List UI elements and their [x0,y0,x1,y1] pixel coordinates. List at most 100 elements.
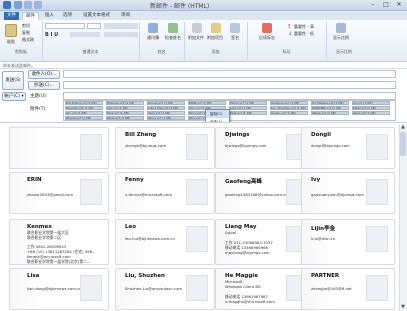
business-card[interactable]: Leo leo-hui@bjhenews.com.cn [115,219,215,265]
tab-insert[interactable]: 插入 [42,12,57,20]
attachment-chip[interactable]: PARTNER.vcf (1 KB) [311,106,349,110]
attachment-chip[interactable]: Gaofeng.vcf (1 KB) [270,101,308,105]
card-line: gaoyuanyuan@bjumgs.com [311,192,364,197]
card-photo [186,134,208,160]
attachment-chip[interactable]: Liu, Shuzhen.vcf (1 KB) [270,106,308,110]
business-card[interactable]: Lijin李金 li-lx@msn.cn [301,219,395,265]
business-card[interactable]: Djwings bjwings@bjumgs.com [215,127,315,169]
attachment-chip[interactable]: Fenny.vcf (1 KB) [229,101,267,105]
business-card[interactable]: Fenny v-fennyz@microsoft.com [115,172,215,214]
low-importance-icon[interactable]: ↓ [288,31,292,37]
attachment-chip[interactable]: Ivy.vcf (1 KB) [352,101,390,105]
tab-file[interactable]: 文件 [4,12,19,20]
business-card[interactable]: He Maggie Microsoft Windows Client BG 移动… [215,268,315,310]
to-button[interactable]: 收件人(O)... [28,70,60,79]
redo-icon[interactable] [34,1,42,9]
business-card[interactable]: PARTNER zhangjie@163@6.net [301,268,395,310]
ribbon-tabs: 文件 邮件 插入 选项 设置文本格式 审阅 [0,11,407,21]
paste-icon[interactable] [5,24,17,37]
attach-file-button[interactable]: 附加文件 [186,35,206,41]
attachment-chip[interactable]: Liang May.vcf (1 KB) [147,106,185,110]
scroll-down-icon[interactable]: ▼ [399,304,407,311]
format-painter-button[interactable]: 格式刷 [22,37,34,43]
business-card[interactable]: ERIN zhaoxr2603@gmail.com [9,172,109,214]
close-icon[interactable]: ✕ [393,1,405,9]
scrollbar-thumb[interactable] [400,132,406,156]
card-photo [366,134,388,160]
high-importance-button[interactable]: 重要性 - 高 [294,24,314,30]
check-names-button[interactable]: 检查姓名 [162,35,184,41]
attachment-chip[interactable]: Djwings.vcf (1 KB) [106,101,144,105]
attach-file-icon[interactable] [192,23,202,33]
card-line: Windows Client BG [225,284,261,289]
attachment-chip[interactable]: Zhao.vcf (1 KB) [106,116,144,120]
business-card[interactable]: Lisa lian-dong@bjhenews.com.cn [9,268,109,310]
business-card[interactable]: Dongli dongli@bjumgs.com [301,127,395,169]
copy-button[interactable]: 复制 [22,30,30,36]
save-icon[interactable] [14,1,22,9]
tab-format-text[interactable]: 设置文本格式 [80,12,113,20]
alignment-tools[interactable] [104,32,138,37]
cut-button[interactable]: 剪切 [22,23,30,29]
account-button[interactable]: 帐户(C) ▾ [2,92,26,101]
attachment-chip[interactable]: ERIN.vcf (1 KB) [188,101,226,105]
follow-up-button[interactable]: 后续标志 [254,35,280,41]
font-size-combo[interactable] [87,23,101,29]
business-card[interactable]: Gaofeng高峰 gaofeng1983168@yahoo.com.cn [215,172,315,214]
card-line: Dupel [225,230,237,235]
low-importance-button[interactable]: 重要性 - 低 [294,31,314,37]
paste-button[interactable]: 粘贴 [2,39,20,45]
business-card[interactable]: Kenmex 联合职业学院第一届大区 联合职业学院第二区 工作 0852-280… [9,219,109,265]
zoom-button[interactable]: 显示比例 [330,35,352,41]
attachment-chip[interactable]: Lisa.vcf (1 KB) [229,106,267,110]
attachment-chip[interactable]: He Maggie.vcf (1 KB) [311,101,349,105]
scroll-up-icon[interactable]: ▲ [399,124,407,131]
attach-item-icon[interactable] [211,23,221,33]
signature-button[interactable]: 签名 [226,35,244,41]
attachment-chip[interactable]: Dongli.vcf (1 KB) [147,101,185,105]
maximize-icon[interactable]: □ [380,1,392,9]
attachment-chip[interactable]: Rick.vcf (1 KB) [106,111,144,115]
card-name: Dongli [311,132,331,138]
follow-up-flag-icon[interactable] [262,23,272,33]
attach-item-button[interactable]: 附加项目 [205,35,225,41]
zoom-icon[interactable] [336,23,346,33]
attachment-chip[interactable]: Kenmex.vcf (1 KB) [65,106,103,110]
undo-icon[interactable] [24,1,32,9]
business-card[interactable]: Liu, Shuzhen Shuzhen.Liu@amysntasn.com [115,268,215,310]
attachment-chip[interactable]: Vivian.vcf (1 KB) [270,111,308,115]
address-book-icon[interactable] [148,23,158,33]
attachment-chip[interactable]: Qin.vcf (1 KB) [65,111,103,115]
business-card[interactable]: Ivy gaoyuanyuan@bjumgs.com [301,172,395,214]
bold-italic-underline-icons[interactable]: B I U [45,32,58,38]
attachment-chip[interactable]: Bill Zheng.vcf (1 KB) [65,101,103,105]
business-card[interactable]: Bill Zheng zhengb@bjumgs.com [115,127,215,169]
attachment-chip[interactable]: Zhou.vcf (1 KB) [147,116,185,120]
attachment-chip[interactable]: Wang.vcf (1 KB) [311,111,349,115]
attachment-chip[interactable]: Zhang.vcf (1 KB) [65,116,103,120]
card-name: ERIN [27,177,42,183]
tab-review[interactable]: 审阅 [118,12,133,20]
list-tools[interactable] [104,23,138,29]
business-card[interactable] [9,127,109,169]
font-name-combo[interactable] [45,23,85,29]
context-menu-item-copy[interactable]: 复制(C) [206,110,229,118]
send-button[interactable]: 发送(S) [2,71,24,90]
check-names-icon[interactable] [168,23,178,33]
to-field[interactable] [63,70,396,78]
attachment-chip[interactable]: Peter.vcf (1 KB) [352,106,390,110]
attachment-chip[interactable]: Yang.vcf (1 KB) [352,111,390,115]
business-card[interactable]: Liang May Dupel 工作 021-53068983-7037 移动电… [215,219,315,265]
text-color-tools[interactable] [70,32,100,37]
minimize-icon[interactable]: – [367,1,379,9]
attachment-chip[interactable]: Sam.vcf (1 KB) [147,111,185,115]
high-importance-icon[interactable]: ! [288,24,290,30]
subject-field[interactable] [63,92,396,100]
attachment-chip[interactable]: Tina.vcf (1 KB) [229,111,267,115]
tab-options[interactable]: 选项 [60,12,75,20]
cc-field[interactable] [63,81,396,89]
signature-icon[interactable] [230,23,240,33]
group-label-tags: 标记 [282,49,291,54]
cc-button[interactable]: 抄送(C)... [28,81,60,90]
attachment-chip[interactable]: Leo.vcf (1 KB) [106,106,144,110]
